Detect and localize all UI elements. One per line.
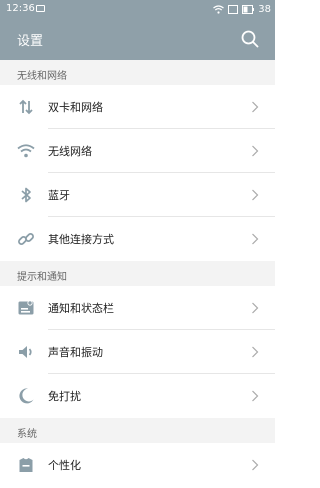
settings-item-wifi[interactable]: 无线网络 <box>0 129 275 173</box>
section-header-wireless: 无线和网络 <box>0 60 275 85</box>
settings-item-sound-vibration[interactable]: 声音和振动 <box>0 330 275 374</box>
app-bar: 设置 <box>0 18 275 60</box>
bluetooth-icon <box>17 186 35 204</box>
settings-item-label: 蓝牙 <box>48 189 70 202</box>
chevron-right-icon <box>251 459 259 471</box>
settings-item-bluetooth[interactable]: 蓝牙 <box>0 173 275 217</box>
moon-icon <box>17 387 35 405</box>
section-header-notifications: 提示和通知 <box>0 261 275 286</box>
chevron-right-icon <box>251 302 259 314</box>
shirt-icon <box>17 456 35 474</box>
battery-level: 38 <box>258 3 271 15</box>
page-title: 设置 <box>17 34 44 49</box>
chevron-right-icon <box>251 390 259 402</box>
status-icons: 38 <box>213 2 271 16</box>
settings-item-label: 声音和振动 <box>48 346 103 359</box>
settings-item-label: 通知和状态栏 <box>48 302 114 315</box>
section-header-system: 系统 <box>0 418 275 443</box>
battery-icon <box>242 4 255 14</box>
chevron-right-icon <box>251 189 259 201</box>
status-bar: 12:36 38 <box>0 0 275 18</box>
wifi-status-icon <box>213 4 225 14</box>
settings-item-do-not-disturb[interactable]: 免打扰 <box>0 374 275 418</box>
link-icon <box>17 230 35 248</box>
speaker-icon <box>17 343 35 361</box>
image-notification-icon <box>36 5 45 12</box>
chevron-right-icon <box>251 233 259 245</box>
settings-item-personalization[interactable]: 个性化 <box>0 443 275 488</box>
settings-item-label: 无线网络 <box>48 145 92 158</box>
swap-arrows-icon <box>17 98 35 116</box>
settings-item-label: 双卡和网络 <box>48 101 103 114</box>
chevron-right-icon <box>251 101 259 113</box>
notification-icon <box>17 299 35 317</box>
chevron-right-icon <box>251 346 259 358</box>
chevron-right-icon <box>251 145 259 157</box>
settings-item-other-connections[interactable]: 其他连接方式 <box>0 217 275 261</box>
settings-item-label: 免打扰 <box>48 390 81 403</box>
status-time: 12:36 <box>6 3 35 14</box>
settings-item-label: 其他连接方式 <box>48 233 114 246</box>
search-icon[interactable] <box>241 30 259 48</box>
sim-status-icon <box>228 4 239 14</box>
wifi-icon <box>17 142 35 160</box>
settings-item-label: 个性化 <box>48 459 81 472</box>
settings-item-dual-sim[interactable]: 双卡和网络 <box>0 85 275 129</box>
settings-item-notification-bar[interactable]: 通知和状态栏 <box>0 286 275 330</box>
